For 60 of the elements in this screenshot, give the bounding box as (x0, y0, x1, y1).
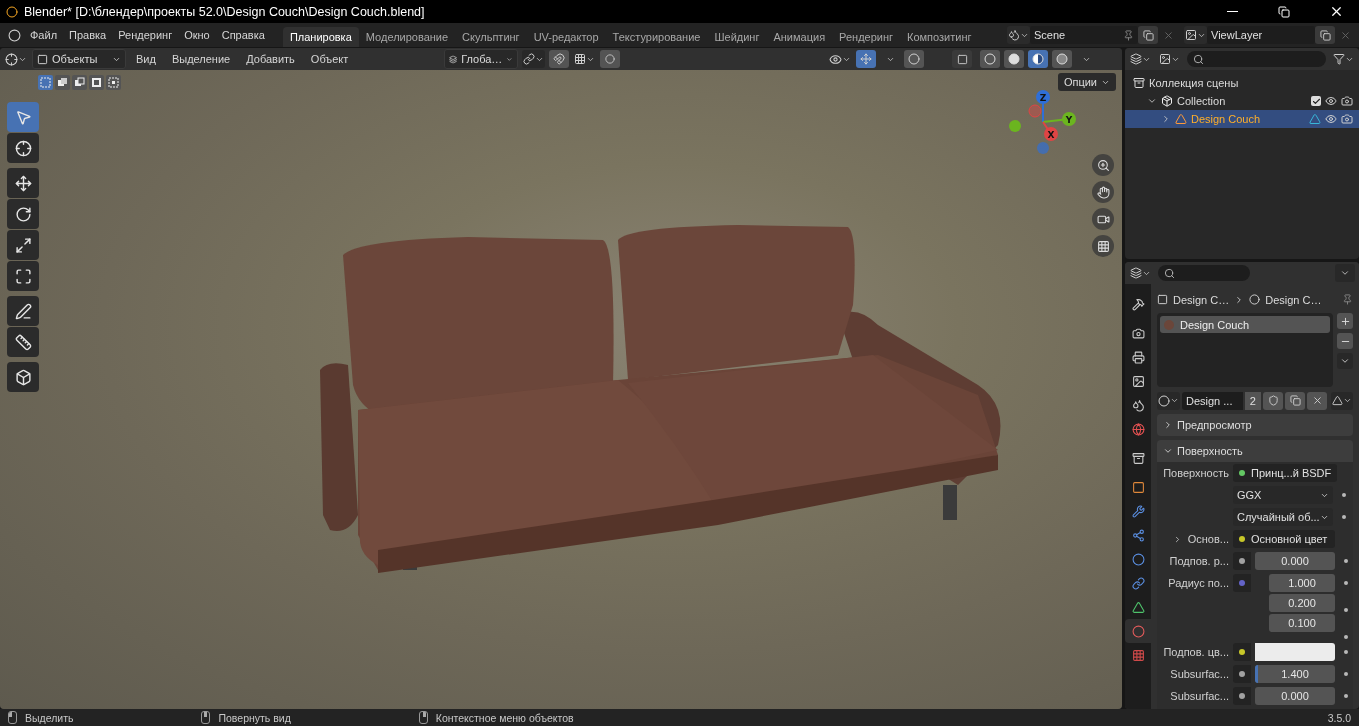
property-label: Основ... (1187, 533, 1229, 545)
breadcrumb-item[interactable]: Design C… (1173, 293, 1230, 306)
workspace-tab[interactable]: Композитинг (900, 27, 979, 47)
menu-item[interactable]: Выделение (165, 53, 237, 65)
user-count[interactable]: 2 (1244, 391, 1261, 410)
workspace-tab[interactable]: Скульптинг (455, 27, 527, 47)
dropdown[interactable]: Случайный об... (1233, 508, 1333, 526)
dropdown[interactable]: GGX (1233, 486, 1333, 504)
slider-field[interactable]: 1.400 (1255, 665, 1335, 683)
orientation-dropdown[interactable]: Глоба… (444, 49, 518, 69)
workspace-tab[interactable]: Планировка (282, 27, 359, 47)
number-field[interactable]: 0.200 (1269, 594, 1335, 612)
menu-item[interactable]: Справка (215, 29, 271, 41)
mode-dropdown[interactable]: Объекты (32, 49, 126, 69)
number-field[interactable]: 0.000 (1255, 552, 1335, 570)
material-slot[interactable]: Design Couch (1160, 316, 1330, 333)
axis-handle[interactable]: Z (1036, 90, 1050, 123)
menu-item[interactable]: Добавить (240, 53, 301, 65)
window-title: Blender* [D:\блендер\проекты 52.0\Design Couch\Design Couch.blend] (24, 4, 426, 19)
outliner-row[interactable]: Коллекция сцены (1125, 74, 1359, 92)
scene-field[interactable]: Scene (1030, 26, 1138, 44)
property-label: Поверхность (1162, 466, 1229, 481)
workspace-tab[interactable]: Текстурирование (605, 27, 708, 47)
workspace-tab[interactable]: UV-редактор (526, 27, 606, 47)
menu-item[interactable]: Объект (304, 53, 355, 65)
view-layer-field[interactable]: ViewLayer (1207, 26, 1315, 44)
status-hint: Повернуть вид (218, 711, 291, 724)
link-field[interactable]: Принц...й BSDF (1233, 464, 1338, 482)
version-label: 3.5.0 (1327, 711, 1351, 724)
material-name-field[interactable]: Design ... (1182, 391, 1243, 410)
property-label: Радиус по... (1167, 576, 1229, 591)
outliner-label: Коллекция сцены (1149, 77, 1240, 89)
number-field[interactable]: 0.000 (1255, 687, 1335, 705)
number-field[interactable]: 0.100 (1269, 614, 1335, 632)
workspace-tab[interactable]: Рендеринг (832, 27, 901, 47)
workspace-tab[interactable]: Анимация (766, 27, 833, 47)
menu-item[interactable]: Файл (24, 29, 64, 41)
axis-handle[interactable]: Y (1042, 112, 1076, 126)
outliner-row[interactable]: Design Couch (1125, 110, 1359, 128)
menu-item[interactable]: Правка (63, 29, 113, 41)
panel-header[interactable]: Предпросмотр (1157, 414, 1353, 436)
outliner-label: Design Couch (1191, 113, 1262, 125)
number-field[interactable]: 1.000 (1269, 574, 1335, 592)
workspace-tab[interactable]: Моделирование (358, 27, 456, 47)
property-label: Подпов. р... (1168, 554, 1229, 569)
property-label: Подпов. цв... (1162, 645, 1229, 660)
panel-header[interactable]: Поверхность (1157, 440, 1353, 462)
outliner-row[interactable]: Collection (1125, 92, 1359, 110)
status-hint: Контекстное меню объектов (435, 711, 574, 724)
workspace-tab[interactable]: Шейдинг (707, 27, 767, 47)
breadcrumb-item[interactable]: Design C… (1265, 293, 1337, 306)
menu-item[interactable]: Вид (130, 53, 162, 65)
status-hint: Выделить (25, 711, 74, 724)
outliner-label: Collection (1177, 95, 1227, 107)
link-field[interactable]: Основной цвет (1233, 530, 1335, 548)
property-label: Subsurfac... (1169, 667, 1229, 682)
property-label: Subsurfac... (1169, 689, 1229, 704)
options-button[interactable]: Опции (1057, 73, 1116, 91)
menu-item[interactable]: Окно (178, 29, 216, 41)
menu-item[interactable]: Рендеринг (112, 29, 179, 41)
